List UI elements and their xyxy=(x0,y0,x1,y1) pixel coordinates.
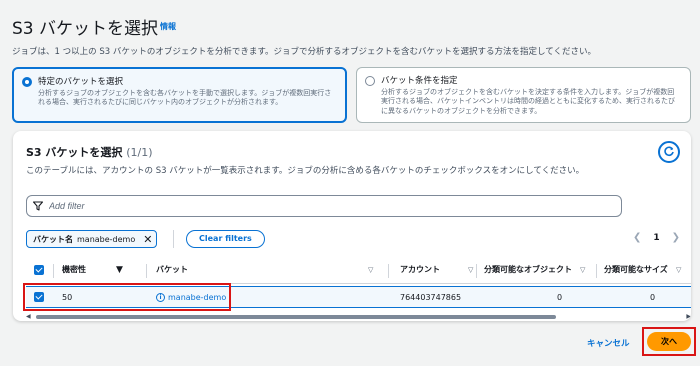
classifiable-size-cell: 0 xyxy=(650,292,656,302)
selection-count: (1/1) xyxy=(126,146,153,159)
header-label: バケット xyxy=(156,265,188,274)
classifiable-objects-cell: 0 xyxy=(557,292,563,302)
card-title-text: S3 バケットを選択 xyxy=(26,146,123,159)
row-highlight-box xyxy=(23,283,231,311)
account-cell: 764403747865 xyxy=(400,292,462,302)
header-label: 分類可能なサイズ xyxy=(604,265,668,274)
header-label: 機密性 xyxy=(62,265,86,274)
option-title: 特定のバケットを選択 xyxy=(38,77,124,87)
sort-icon[interactable]: ▽ xyxy=(368,266,373,274)
radio-unselected-icon[interactable] xyxy=(365,76,375,86)
chevron-right-icon[interactable]: ❯ xyxy=(672,232,680,243)
scroll-right-icon[interactable]: ▶ xyxy=(686,313,691,320)
header-classifiable-size[interactable]: 分類可能なサイズ ▽ xyxy=(604,256,691,283)
close-icon[interactable]: ✕ xyxy=(143,234,152,245)
page-title: S3 バケットを選択 xyxy=(12,19,159,39)
scroll-left-icon[interactable]: ◀ xyxy=(26,313,31,320)
select-all-checkbox[interactable] xyxy=(34,264,44,275)
next-button[interactable]: 次へ xyxy=(647,332,691,351)
clear-filters-button[interactable]: Clear filters xyxy=(186,230,265,248)
filter-bar[interactable] xyxy=(26,195,622,217)
scroll-thumb[interactable] xyxy=(36,315,556,319)
column-divider xyxy=(146,264,147,278)
pagination: ❮ 1 ❯ xyxy=(633,232,680,243)
radio-selected-icon[interactable] xyxy=(22,77,32,87)
header-label: 分類可能なオブジェクト xyxy=(484,265,572,274)
card-description: このテーブルには、アカウントの S3 バケットが一覧表示されます。ジョブの分析に… xyxy=(26,166,585,176)
page-number[interactable]: 1 xyxy=(653,233,659,243)
cancel-button[interactable]: キャンセル xyxy=(587,337,630,349)
option-description: 分析するジョブのオブジェクトを含むバケットを決定する条件を入力します。ジョブが複… xyxy=(381,88,675,115)
column-divider xyxy=(388,264,389,278)
filter-icon xyxy=(33,201,43,211)
header-label: アカウント xyxy=(400,265,440,274)
option-bucket-criteria[interactable]: バケット条件を指定 分析するジョブのオブジェクトを含むバケットを決定する条件を入… xyxy=(356,67,691,123)
select-all-cell xyxy=(34,256,44,283)
header-account[interactable]: アカウント ▽ xyxy=(400,256,473,283)
sort-icon[interactable]: ▽ xyxy=(468,266,473,274)
refresh-icon xyxy=(664,146,674,156)
chevron-left-icon[interactable]: ❮ xyxy=(633,232,641,243)
option-specific-buckets[interactable]: 特定のバケットを選択 分析するジョブのオブジェクトを含む各バケットを手動で選択し… xyxy=(12,67,347,123)
filter-input[interactable] xyxy=(49,201,549,211)
card-title: S3 バケットを選択 (1/1) xyxy=(26,144,153,160)
option-title: バケット条件を指定 xyxy=(381,76,458,86)
filter-token: バケット名 manabe-demo ✕ xyxy=(26,230,158,248)
sort-icon[interactable]: ▽ xyxy=(580,266,585,274)
column-divider xyxy=(53,264,54,278)
page-description: ジョブは、1 つ以上の S3 バケットのオブジェクトを分析できます。ジョブで分析… xyxy=(12,47,596,57)
column-divider xyxy=(476,264,477,278)
header-bucket[interactable]: バケット ▽ xyxy=(156,256,373,283)
refresh-button[interactable] xyxy=(658,141,680,163)
column-divider xyxy=(596,264,597,278)
sort-icon[interactable]: ▽ xyxy=(676,266,681,274)
token-value: manabe-demo xyxy=(77,234,136,244)
table-header: 機密性 ▼ バケット ▽ アカウント ▽ 分類可能なオブジェクト ▽ 分類可能な… xyxy=(26,256,691,284)
info-link[interactable]: 情報 xyxy=(160,21,176,32)
option-description: 分析するジョブのオブジェクトを含む各バケットを手動で選択します。ジョブが複数回実… xyxy=(38,89,332,107)
horizontal-scrollbar[interactable]: ◀ ▶ xyxy=(26,313,691,320)
header-classifiable-objects[interactable]: 分類可能なオブジェクト ▽ xyxy=(484,256,594,283)
divider xyxy=(173,230,174,248)
header-sensitivity[interactable]: 機密性 ▼ xyxy=(62,256,123,283)
token-key: バケット名 xyxy=(33,234,73,244)
sort-desc-icon[interactable]: ▼ xyxy=(116,265,123,275)
